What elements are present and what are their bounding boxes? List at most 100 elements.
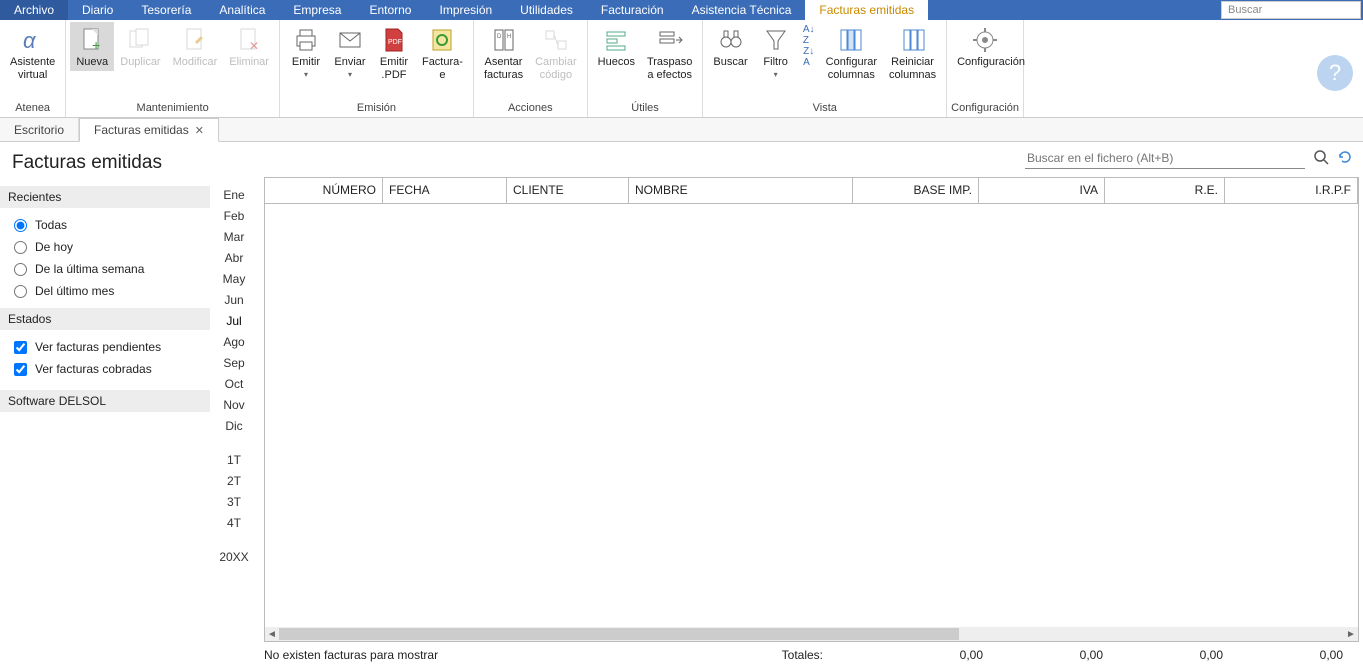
month-filter-4t[interactable]: 4T [210,516,258,530]
month-filter-mar[interactable]: Mar [210,230,258,244]
printer-icon [292,26,320,54]
ribbon-group-label: Mantenimiento [70,100,275,117]
month-filter-ene[interactable]: Ene [210,188,258,202]
sort-desc-button[interactable]: Z↓A [800,48,818,66]
checkbox-input[interactable] [14,363,27,376]
month-filter-3t[interactable]: 3T [210,495,258,509]
scroll-left-icon[interactable]: ◄ [265,629,279,640]
checkbox-input[interactable] [14,341,27,354]
buscar-button[interactable]: Buscar [707,22,753,71]
nueva-button[interactable]: + Nueva [70,22,114,71]
tab-facturas-emitidas[interactable]: Facturas emitidas ✕ [79,118,219,142]
month-filter-may[interactable]: May [210,272,258,286]
filtro-button[interactable]: Filtro ▾ [754,22,798,81]
total-re: 0,00 [1113,648,1233,662]
month-filter-column: Ene Feb Mar Abr May Jun Jul Ago Sep Oct Nov Dic 1T 2T… [210,142,258,666]
main-area: Facturas emitidas Recientes TodasDe hoyD… [0,142,1363,666]
radio-input[interactable] [14,241,27,254]
option-label: De la última semana [35,262,144,276]
ribbon-label: Cambiarcódigo [535,56,577,82]
svg-text:H: H [507,34,511,40]
asentar-facturas-button[interactable]: DH Asentarfacturas [478,22,529,84]
traspaso-button[interactable]: Traspasoa efectos [641,22,698,84]
ribbon-label: Buscar [713,56,747,69]
facturae-icon [428,26,456,54]
col-base-imp[interactable]: BASE IMP. [853,178,979,203]
ribbon-group-label: Atenea [4,100,61,117]
col-irpf[interactable]: I.R.P.F [1225,178,1358,203]
col-iva[interactable]: IVA [979,178,1105,203]
recientes-option[interactable]: Todas [0,214,210,236]
menu-empresa[interactable]: Empresa [279,0,355,20]
month-filter-jul[interactable]: Jul [210,314,258,328]
menu-impresion[interactable]: Impresión [425,0,506,20]
close-icon[interactable]: ✕ [195,124,204,137]
ribbon-label: Configuración [957,56,1013,69]
reiniciar-columnas-button[interactable]: Reiniciarcolumnas [883,22,942,84]
col-cliente[interactable]: CLIENTE [507,178,629,203]
ribbon-label: Traspasoa efectos [647,56,692,82]
option-label: Ver facturas pendientes [35,340,161,354]
configuracion-button[interactable]: Configuración [951,22,1019,71]
menu-asistencia[interactable]: Asistencia Técnica [678,0,806,20]
month-filter-jun[interactable]: Jun [210,293,258,307]
menu-facturas-emitidas[interactable]: Facturas emitidas [805,0,928,20]
month-filter-oct[interactable]: Oct [210,377,258,391]
global-search-input[interactable]: Buscar [1221,1,1361,19]
sort-asc-button[interactable]: A↓Z [800,26,818,44]
columns-config-icon [837,26,865,54]
recientes-option[interactable]: De la última semana [0,258,210,280]
menu-utilidades[interactable]: Utilidades [506,0,587,20]
col-nombre[interactable]: NOMBRE [629,178,853,203]
ribbon-label: Asentarfacturas [484,56,523,82]
scroll-thumb[interactable] [279,628,959,640]
option-label: Ver facturas cobradas [35,362,152,376]
month-filter-abr[interactable]: Abr [210,251,258,265]
col-numero[interactable]: NÚMERO [265,178,383,203]
estados-option[interactable]: Ver facturas pendientes [0,336,210,358]
menu-archivo[interactable]: Archivo [0,0,68,20]
factura-e-button[interactable]: Factura-e [416,22,469,84]
tab-escritorio[interactable]: Escritorio [0,118,79,141]
recientes-option[interactable]: Del último mes [0,280,210,302]
menu-facturacion[interactable]: Facturación [587,0,678,20]
radio-input[interactable] [14,263,27,276]
edit-doc-icon [181,26,209,54]
tab-label: Escritorio [14,123,64,137]
estados-option[interactable]: Ver facturas cobradas [0,358,210,380]
month-filter-20xx[interactable]: 20XX [210,550,258,564]
menu-diario[interactable]: Diario [68,0,127,20]
emitir-button[interactable]: Emitir ▾ [284,22,328,81]
refresh-icon[interactable] [1337,149,1353,168]
grid-header: NÚMERO FECHA CLIENTE NOMBRE BASE IMP. IV… [265,178,1358,204]
col-re[interactable]: R.E. [1105,178,1225,203]
recientes-option[interactable]: De hoy [0,236,210,258]
month-filter-feb[interactable]: Feb [210,209,258,223]
menu-entorno[interactable]: Entorno [355,0,425,20]
emitir-pdf-button[interactable]: PDF Emitir.PDF [372,22,416,84]
transfer-icon [656,26,684,54]
grid-search-input[interactable] [1025,148,1305,169]
menu-analitica[interactable]: Analítica [205,0,279,20]
month-filter-2t[interactable]: 2T [210,474,258,488]
horizontal-scrollbar[interactable]: ◄ ► [265,627,1358,641]
menu-bar: Archivo Diario Tesorería Analítica Empre… [0,0,1363,20]
col-fecha[interactable]: FECHA [383,178,507,203]
configurar-columnas-button[interactable]: Configurarcolumnas [820,22,883,84]
radio-input[interactable] [14,285,27,298]
ribbon-label: Eliminar [229,56,269,69]
enviar-button[interactable]: Enviar ▾ [328,22,372,81]
menu-tesoreria[interactable]: Tesorería [127,0,205,20]
grid-body [265,204,1358,627]
month-filter-1t[interactable]: 1T [210,453,258,467]
month-filter-sep[interactable]: Sep [210,356,258,370]
month-filter-ago[interactable]: Ago [210,335,258,349]
scroll-right-icon[interactable]: ► [1344,629,1358,640]
help-button[interactable]: ? [1317,55,1353,91]
search-icon[interactable] [1313,149,1329,168]
month-filter-dic[interactable]: Dic [210,419,258,433]
month-filter-nov[interactable]: Nov [210,398,258,412]
asistente-virtual-button[interactable]: α Asistentevirtual [4,22,61,84]
radio-input[interactable] [14,219,27,232]
huecos-button[interactable]: Huecos [592,22,641,71]
